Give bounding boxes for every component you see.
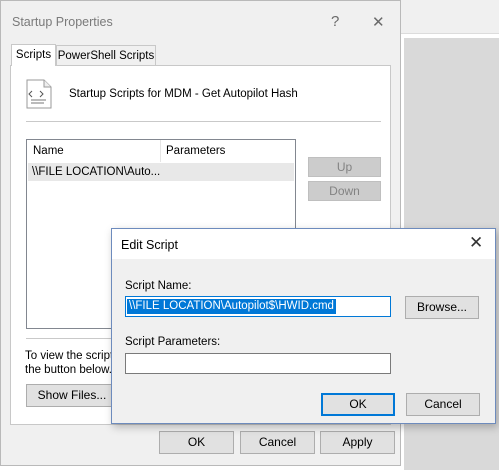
column-divider[interactable]: [160, 140, 161, 162]
panel-description: Startup Scripts for MDM - Get Autopilot …: [69, 88, 298, 100]
script-name-value: \\FILE LOCATION\Autopilot$\HWID.cmd: [127, 299, 336, 314]
show-files-button[interactable]: Show Files...: [26, 384, 118, 407]
up-button[interactable]: Up: [308, 157, 381, 177]
info-line-2: the button below.: [25, 364, 112, 376]
help-icon[interactable]: ?: [331, 13, 339, 30]
edit-cancel-button[interactable]: Cancel: [406, 393, 480, 416]
column-header-name[interactable]: Name: [33, 145, 64, 157]
close-icon[interactable]: ✕: [469, 233, 483, 253]
apply-button[interactable]: Apply: [320, 431, 395, 454]
browse-button[interactable]: Browse...: [405, 296, 479, 319]
script-parameters-input[interactable]: [125, 353, 391, 374]
ok-button[interactable]: OK: [159, 431, 234, 454]
edit-script-title: Edit Script: [121, 238, 178, 252]
info-text: To view the script f the button below.: [25, 349, 120, 377]
dialog-title: Startup Properties: [12, 15, 113, 29]
edit-ok-button[interactable]: OK: [321, 393, 395, 416]
divider: [26, 338, 112, 339]
script-name-cell: \\FILE LOCATION\Auto...: [32, 166, 161, 178]
down-button[interactable]: Down: [308, 181, 381, 201]
info-line-1: To view the script f: [25, 350, 120, 362]
tab-scripts[interactable]: Scripts: [11, 44, 56, 66]
divider: [26, 121, 381, 122]
cancel-button[interactable]: Cancel: [240, 431, 315, 454]
column-header-parameters[interactable]: Parameters: [166, 145, 225, 157]
background-window-toolbar: [401, 0, 499, 34]
script-parameters-label: Script Parameters:: [125, 336, 221, 348]
script-name-input[interactable]: \\FILE LOCATION\Autopilot$\HWID.cmd: [125, 296, 391, 317]
tab-powershell-scripts[interactable]: PowerShell Scripts: [56, 45, 156, 66]
script-name-label: Script Name:: [125, 280, 192, 292]
script-file-icon: [26, 79, 52, 109]
close-icon[interactable]: ✕: [372, 13, 385, 31]
